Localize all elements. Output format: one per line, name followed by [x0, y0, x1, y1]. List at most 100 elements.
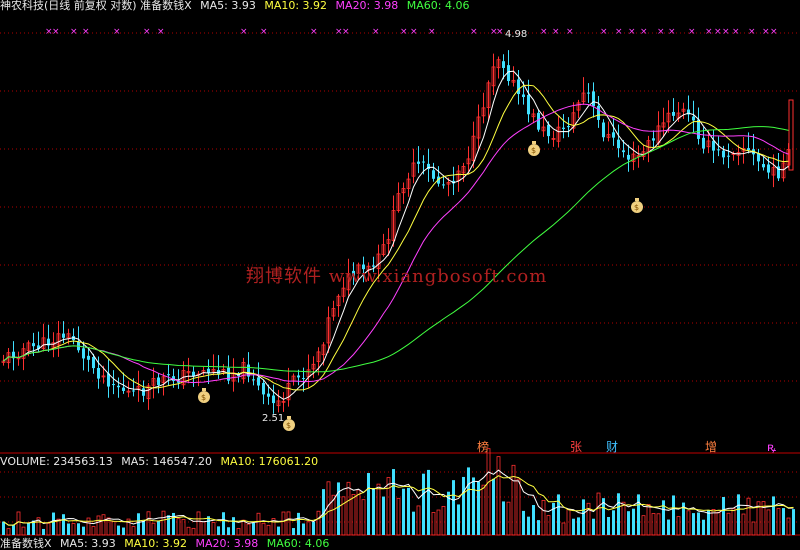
candle-body [207, 368, 210, 373]
volume-bar [422, 473, 425, 535]
volume-bar [16, 511, 21, 536]
volume-bar [612, 510, 615, 535]
volume-bar [246, 523, 251, 536]
volume-bar [137, 513, 140, 535]
volume-bar [142, 520, 145, 535]
volume-bar [266, 524, 271, 536]
candle-body [517, 79, 520, 95]
volume-bar [236, 528, 241, 536]
volume-bar [346, 481, 351, 536]
volume-bar [222, 512, 225, 535]
volume-bar [46, 522, 51, 536]
volume-ma10-value: MA10: 176061.20 [220, 455, 319, 468]
volume-bar [111, 521, 116, 536]
bag-symbol: $ [286, 421, 291, 430]
signal-mark: × [668, 27, 676, 37]
signal-mark: × [552, 27, 560, 37]
volume-bar [592, 518, 595, 535]
candle-body [597, 105, 600, 120]
volume-bar [402, 488, 405, 535]
signal-badge-zhang[interactable]: 张 [569, 440, 583, 454]
candle-body [167, 374, 170, 376]
signal-marks-row: × × × × × × × × × × × × × × × × × ×× × × × × × × × × × × × × × × × × × [45, 27, 778, 37]
volume-bar [232, 517, 235, 535]
ma60-value: MA60: 4.06 [406, 0, 470, 12]
volume-bar [772, 496, 775, 535]
candle-body [257, 377, 260, 386]
volume-bar [462, 476, 465, 535]
ma5-line [3, 70, 789, 400]
candle-body [302, 378, 305, 380]
signal-badge-cai[interactable]: 财 [605, 440, 619, 454]
volume-bar [382, 496, 385, 535]
signal-mark: × [428, 27, 436, 37]
bag-neck [532, 141, 536, 144]
candle-body [692, 116, 695, 121]
volume-bar [316, 510, 321, 536]
badge-label: 榜 [477, 440, 490, 454]
candle-body [142, 388, 145, 396]
signal-mark: × [240, 27, 248, 37]
candle-body [788, 99, 794, 171]
volume-bar [186, 526, 191, 536]
candle-body [527, 94, 530, 115]
volume-value: VOLUME: 234563.13 [0, 455, 113, 468]
money-bag-icon: $ [528, 141, 540, 156]
volume-bar [21, 526, 26, 536]
indicator-header: 准备数钱X MA5: 3.93 MA10: 3.92 MA20: 3.98 MA… [0, 537, 334, 550]
indicator-ma20: MA20: 3.98 [195, 537, 259, 550]
signal-badge-zeng[interactable]: 增 [704, 440, 718, 454]
volume-bar [702, 519, 705, 535]
volume-bar [492, 478, 495, 535]
signal-mark: × [762, 27, 770, 37]
bag-symbol: $ [531, 146, 536, 155]
volume-bar [201, 521, 206, 536]
indicator-ma10: MA10: 3.92 [124, 537, 187, 550]
candle-body [547, 124, 550, 137]
signal-mark: × [52, 27, 60, 37]
signal-badge-bang[interactable]: 榜 [476, 440, 490, 454]
signal-mark: × [640, 27, 648, 37]
volume-bar [91, 526, 96, 536]
volume-bar [27, 522, 30, 535]
candle-body [697, 119, 700, 139]
signal-mark: × [688, 27, 696, 37]
volume-bar [527, 516, 530, 535]
volume-bar [561, 522, 566, 536]
signal-mark: × [748, 27, 756, 37]
signal-mark: × [143, 27, 151, 37]
volume-bar [452, 480, 455, 535]
volume-bar [782, 508, 785, 535]
bag-neck [635, 198, 639, 201]
volume-bar [541, 499, 546, 536]
signal-mark: × [470, 27, 478, 37]
volume-bar [436, 509, 441, 536]
ma5-value: MA5: 3.93 [200, 0, 256, 12]
volume-bar [211, 522, 216, 536]
signal-mark: × [714, 27, 722, 37]
candle-body [297, 375, 300, 378]
candle-body [157, 377, 160, 386]
volume-bar [627, 511, 630, 535]
volume-bar [86, 517, 91, 536]
signal-badge-arrow[interactable]: ꝶ [766, 440, 777, 454]
volume-bar [196, 511, 201, 536]
volume-bar [516, 478, 521, 536]
volume-bar [337, 482, 340, 535]
volume-bar [607, 516, 610, 535]
volume-bar [62, 514, 65, 535]
candle-body [32, 343, 35, 347]
volume-bar [191, 527, 196, 536]
candle-body [622, 150, 625, 153]
candle-body [442, 184, 445, 186]
candle-body [602, 122, 605, 138]
volume-bar [217, 526, 220, 535]
volume-bar [297, 512, 300, 535]
volume-bar [161, 510, 166, 536]
price-header: 神农科技(日线 前复权 对数) 准备数钱X MA5: 3.93 MA10: 3.… [0, 0, 474, 12]
volume-bar [537, 520, 540, 535]
volume-bar [176, 518, 181, 536]
signal-mark: × [770, 27, 778, 37]
candle-body [587, 92, 590, 94]
candle-body [702, 137, 705, 149]
